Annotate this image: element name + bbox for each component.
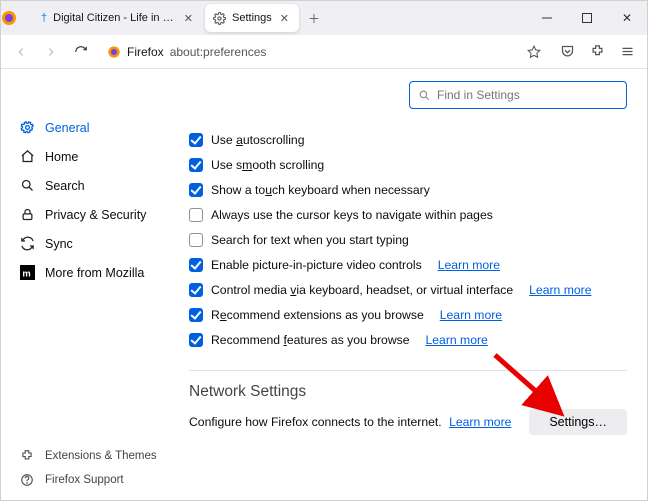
extensions-themes-link[interactable]: Extensions & Themes xyxy=(9,444,173,468)
category-general[interactable]: General xyxy=(9,113,173,142)
category-label: More from Mozilla xyxy=(45,266,144,280)
url-text: about:preferences xyxy=(170,45,267,59)
close-tab-icon[interactable]: ✕ xyxy=(278,12,291,25)
pocket-button[interactable] xyxy=(555,40,579,64)
tab-label: Digital Citizen - Life in a digital xyxy=(53,12,176,24)
divider xyxy=(189,370,627,371)
minimize-button[interactable] xyxy=(527,1,567,35)
checkbox[interactable] xyxy=(189,283,203,297)
category-search[interactable]: Search xyxy=(9,171,173,200)
extensions-button[interactable] xyxy=(585,40,609,64)
preference-option: Enable picture-in-picture video controls… xyxy=(189,252,627,277)
option-label[interactable]: Search for text when you start typing xyxy=(211,233,409,247)
option-label[interactable]: Use smooth scrolling xyxy=(211,158,324,172)
search-icon xyxy=(418,89,431,102)
preference-option: Use autoscrolling xyxy=(189,127,627,152)
title-bar: † Digital Citizen - Life in a digital ✕ … xyxy=(1,1,647,35)
tab-label: Settings xyxy=(232,12,272,24)
preference-option: Recommend extensions as you browse Learn … xyxy=(189,302,627,327)
settings-panel: Use autoscrolling Use smooth scrolling Sho… xyxy=(181,69,647,500)
search-input[interactable] xyxy=(437,88,618,102)
category-privacy[interactable]: Privacy & Security xyxy=(9,200,173,229)
network-settings-heading: Network Settings xyxy=(189,383,627,401)
category-label: Sync xyxy=(45,237,73,251)
svg-text:m: m xyxy=(22,268,30,278)
learn-more-link[interactable]: Learn more xyxy=(438,258,500,272)
preference-option: Use smooth scrolling xyxy=(189,152,627,177)
preference-option: Show a touch keyboard when necessary xyxy=(189,177,627,202)
maximize-button[interactable] xyxy=(567,1,607,35)
option-label[interactable]: Always use the cursor keys to navigate w… xyxy=(211,208,493,222)
preference-option: Control media via keyboard, headset, or … xyxy=(189,277,627,302)
checkbox[interactable] xyxy=(189,258,203,272)
option-label[interactable]: Enable picture-in-picture video controls xyxy=(211,258,422,272)
option-label[interactable]: Recommend extensions as you browse xyxy=(211,308,424,322)
option-label[interactable]: Use autoscrolling xyxy=(211,133,305,147)
tab-digital-citizen[interactable]: † Digital Citizen - Life in a digital ✕ xyxy=(33,4,203,32)
bookmark-star-icon[interactable] xyxy=(527,45,541,59)
navigation-toolbar: Firefox about:preferences xyxy=(1,35,647,69)
sync-icon xyxy=(19,236,35,251)
network-settings-description: Configure how Firefox connects to the in… xyxy=(189,415,511,429)
checkbox[interactable] xyxy=(189,158,203,172)
lock-icon xyxy=(19,207,35,222)
new-tab-button[interactable]: ＋ xyxy=(301,10,327,27)
network-settings-button[interactable]: Settings… xyxy=(529,409,627,435)
category-label: Search xyxy=(45,179,85,193)
category-label: General xyxy=(45,121,89,135)
close-window-button[interactable]: ✕ xyxy=(607,1,647,35)
mozilla-icon: m xyxy=(19,265,35,280)
category-label: Privacy & Security xyxy=(45,208,146,222)
checkbox[interactable] xyxy=(189,333,203,347)
firefox-window: † Digital Citizen - Life in a digital ✕ … xyxy=(0,0,648,501)
category-label: Home xyxy=(45,150,78,164)
link-label: Extensions & Themes xyxy=(45,450,157,462)
learn-more-link[interactable]: Learn more xyxy=(426,333,488,347)
gear-icon xyxy=(19,120,35,135)
home-icon xyxy=(19,149,35,164)
preferences-content: General Home Search Privacy & Security xyxy=(1,69,647,500)
category-sync[interactable]: Sync xyxy=(9,229,173,258)
forward-button[interactable] xyxy=(39,40,63,64)
close-tab-icon[interactable]: ✕ xyxy=(182,12,195,25)
learn-more-link[interactable]: Learn more xyxy=(449,415,511,429)
tab-settings[interactable]: Settings ✕ xyxy=(205,4,299,32)
gear-icon xyxy=(213,12,226,25)
firefox-menu-button[interactable] xyxy=(1,10,33,26)
window-controls: ✕ xyxy=(527,1,647,35)
reload-button[interactable] xyxy=(69,40,93,64)
option-label[interactable]: Recommend features as you browse xyxy=(211,333,410,347)
site-icon: † xyxy=(41,12,47,24)
preference-option: Search for text when you start typing xyxy=(189,227,627,252)
checkbox[interactable] xyxy=(189,308,203,322)
category-home[interactable]: Home xyxy=(9,142,173,171)
learn-more-link[interactable]: Learn more xyxy=(440,308,502,322)
option-label[interactable]: Control media via keyboard, headset, or … xyxy=(211,283,513,297)
url-bar[interactable]: Firefox about:preferences xyxy=(99,39,549,65)
search-icon xyxy=(19,178,35,193)
checkbox[interactable] xyxy=(189,233,203,247)
checkbox[interactable] xyxy=(189,133,203,147)
checkbox[interactable] xyxy=(189,208,203,222)
find-in-settings[interactable] xyxy=(409,81,627,109)
firefox-identity-icon xyxy=(107,45,121,59)
learn-more-link[interactable]: Learn more xyxy=(529,283,591,297)
option-label[interactable]: Show a touch keyboard when necessary xyxy=(211,183,430,197)
back-button[interactable] xyxy=(9,40,33,64)
firefox-support-link[interactable]: Firefox Support xyxy=(9,468,173,492)
category-more-mozilla[interactable]: m More from Mozilla xyxy=(9,258,173,287)
category-sidebar: General Home Search Privacy & Security xyxy=(1,69,181,500)
puzzle-icon xyxy=(19,449,35,463)
link-label: Firefox Support xyxy=(45,474,124,486)
help-icon xyxy=(19,473,35,487)
checkbox[interactable] xyxy=(189,183,203,197)
identity-label: Firefox xyxy=(127,45,164,59)
preference-option: Always use the cursor keys to navigate w… xyxy=(189,202,627,227)
preference-option: Recommend features as you browse Learn mo… xyxy=(189,327,627,352)
app-menu-button[interactable] xyxy=(615,40,639,64)
